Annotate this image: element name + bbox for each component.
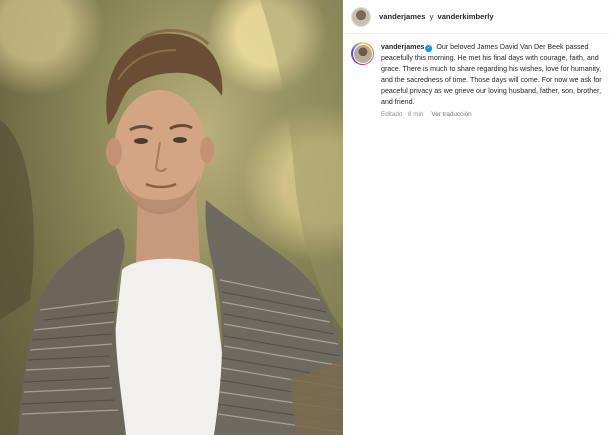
caption-row: vanderjames ✓ Our beloved James David Van…	[343, 34, 609, 118]
portrait-illustration	[0, 0, 343, 435]
caption-text: vanderjames ✓ Our beloved James David Van…	[381, 42, 609, 107]
caption-avatar	[352, 43, 373, 64]
caption-meta: Editado · 8 min Ver traducción	[381, 111, 609, 118]
header-user-a[interactable]: vanderjames	[379, 12, 425, 21]
caption-username[interactable]: vanderjames	[381, 43, 424, 51]
verified-check-icon: ✓	[425, 45, 433, 52]
caption-body: Our beloved James David Van Der Beek pas…	[381, 43, 602, 106]
caption-block: vanderjames ✓ Our beloved James David Van…	[381, 42, 609, 118]
header-user-b[interactable]: vanderkimberly	[437, 12, 493, 21]
header-usernames: vanderjames y vanderkimberly	[379, 12, 494, 21]
post-dialog: vanderjames y vanderkimberly vanderjames…	[0, 0, 609, 435]
header-conjunction: y	[429, 12, 434, 21]
post-photo[interactable]	[0, 0, 343, 435]
see-translation-link[interactable]: Ver traducción	[431, 111, 471, 118]
post-header: vanderjames y vanderkimberly	[343, 0, 609, 34]
story-ring-avatar[interactable]	[351, 42, 374, 65]
comments-panel: vanderjames y vanderkimberly vanderjames…	[343, 0, 609, 435]
header-avatar[interactable]	[351, 6, 371, 27]
edited-timestamp: Editado · 8 min	[381, 111, 424, 119]
